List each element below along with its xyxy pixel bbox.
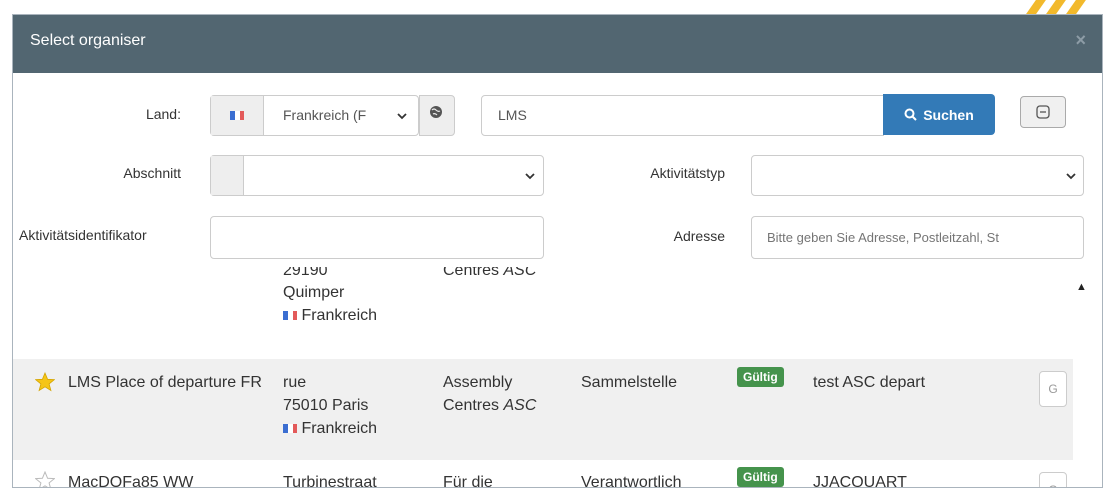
list-item[interactable]: MacDOFa85 WW Turbinestraat Für die Veran…	[13, 460, 1073, 488]
france-flag-icon	[283, 311, 297, 321]
abschnitt-select[interactable]	[210, 155, 544, 196]
result-address: 29190 Quimper Frankreich	[283, 267, 377, 327]
results-list: 29190 Quimper Frankreich Centres ASC LMS…	[13, 267, 1073, 488]
status-badge: Gültig	[737, 467, 784, 487]
result-activity: Für die	[443, 474, 493, 488]
adresse-label: Adresse	[673, 228, 725, 244]
result-description: JJACQUART	[813, 474, 907, 488]
search-icon	[904, 108, 917, 121]
result-activity: Centres ASC	[443, 267, 537, 279]
result-country: Frankreich	[283, 304, 377, 327]
result-country: Frankreich	[283, 417, 377, 440]
country-select-value: Frankreich (F	[283, 107, 367, 123]
star-outline-icon[interactable]	[35, 471, 55, 488]
country-flag-addon	[211, 96, 264, 135]
aktivitatsidentifikator-input[interactable]	[210, 216, 544, 259]
chevron-down-icon	[1066, 173, 1076, 180]
globe-icon	[430, 106, 442, 118]
abschnitt-addon	[211, 156, 244, 195]
aktivitatstyp-select[interactable]	[751, 155, 1084, 196]
result-address: rue 75010 Paris Frankreich	[283, 371, 377, 440]
select-result-button[interactable]: G	[1039, 371, 1067, 407]
result-name[interactable]: MacDOFa85 WW	[68, 471, 193, 487]
page-background-top	[0, 0, 1115, 14]
status-badge: Gültig	[737, 367, 784, 387]
search-button-label: Suchen	[923, 106, 974, 123]
scroll-up-arrow-icon[interactable]: ▲	[1076, 281, 1087, 293]
minus-square-icon	[1036, 105, 1050, 119]
france-flag-icon	[283, 424, 297, 434]
brand-decoration	[1021, 0, 1091, 14]
star-filled-icon[interactable]	[35, 372, 55, 392]
result-type: Verantwortlich	[581, 474, 682, 488]
france-flag-icon	[230, 111, 244, 120]
dialog-header: Select organiser ×	[13, 15, 1102, 73]
select-result-button[interactable]: G	[1039, 472, 1067, 487]
collapse-filters-button[interactable]	[1020, 96, 1066, 128]
result-name[interactable]: LMS Place of departure FR	[68, 371, 268, 394]
chevron-down-icon	[397, 113, 407, 120]
result-address: Turbinestraat	[283, 474, 377, 488]
dialog-title: Select organiser	[30, 32, 146, 49]
select-organiser-dialog: Select organiser × Land: Frankreich (F L…	[12, 14, 1103, 488]
list-item[interactable]: 29190 Quimper Frankreich Centres ASC	[13, 267, 1073, 359]
search-input[interactable]: LMS	[481, 95, 884, 136]
result-description: test ASC depart	[813, 374, 926, 391]
search-input-value: LMS	[498, 107, 527, 123]
result-type: Sammelstelle	[581, 374, 678, 391]
land-label: Land:	[145, 106, 181, 122]
results-scrollbar[interactable]	[1073, 267, 1102, 487]
country-select[interactable]: Frankreich (F	[210, 95, 419, 136]
aktivitatsidentifikator-label: Aktivitätsidentifikator	[19, 227, 147, 243]
globe-button[interactable]	[419, 95, 455, 136]
result-activity: Assembly Centres ASC	[443, 374, 537, 414]
search-button[interactable]: Suchen	[883, 94, 995, 135]
adresse-input[interactable]	[751, 216, 1084, 259]
aktivitatstyp-label: Aktivitätstyp	[650, 165, 725, 181]
abschnitt-label: Abschnitt	[123, 165, 181, 181]
close-icon[interactable]: ×	[1075, 30, 1086, 51]
chevron-down-icon	[525, 173, 535, 180]
list-item[interactable]: LMS Place of departure FR rue 75010 Pari…	[13, 359, 1073, 460]
result-activity-line: Centres ASC	[443, 397, 537, 414]
